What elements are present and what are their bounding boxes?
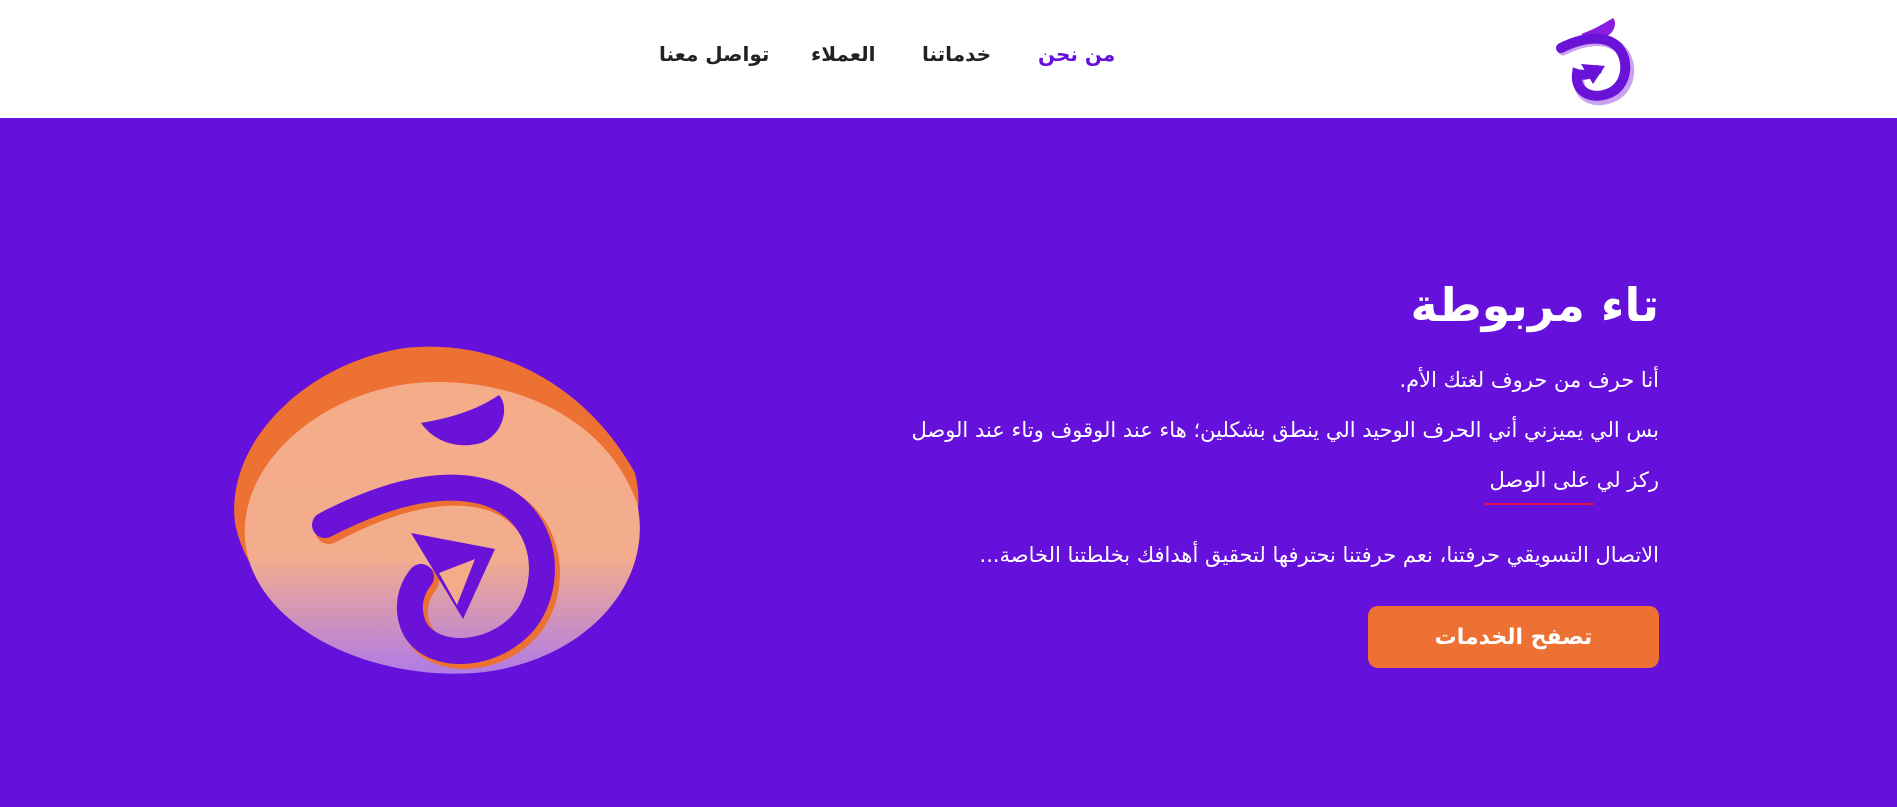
ta-marbuta-blob-icon: [225, 323, 645, 683]
nav-link-clients[interactable]: العملاء: [811, 42, 875, 66]
nav-link-contact[interactable]: تواصل معنا: [659, 42, 769, 66]
page: من نحن خدماتنا العملاء تواصل معنا تاء مر…: [0, 0, 1897, 807]
hero-line-2: بس الي يميزني أني الحرف الوحيد الي ينطق …: [911, 418, 1659, 442]
hero-section: تاء مربوطة أنا حرف من حروف لغتك الأم. بس…: [0, 118, 1897, 807]
logo-icon[interactable]: [1555, 14, 1645, 106]
hero-line-3: ركز لي على الوصل: [1489, 468, 1659, 492]
hero-line-4: الاتصال التسويقي حرفتنا، نعم حرفتنا نحتر…: [979, 543, 1659, 567]
hero-line-1: أنا حرف من حروف لغتك الأم.: [1399, 368, 1659, 392]
highlight-underline: [1484, 503, 1594, 505]
nav-link-services[interactable]: خدماتنا: [922, 42, 991, 66]
top-navbar: من نحن خدماتنا العملاء تواصل معنا: [0, 0, 1897, 118]
hero-title: تاء مربوطة: [1410, 278, 1659, 332]
browse-services-button[interactable]: تصفح الخدمات: [1368, 606, 1659, 668]
nav-link-about[interactable]: من نحن: [1038, 42, 1115, 66]
